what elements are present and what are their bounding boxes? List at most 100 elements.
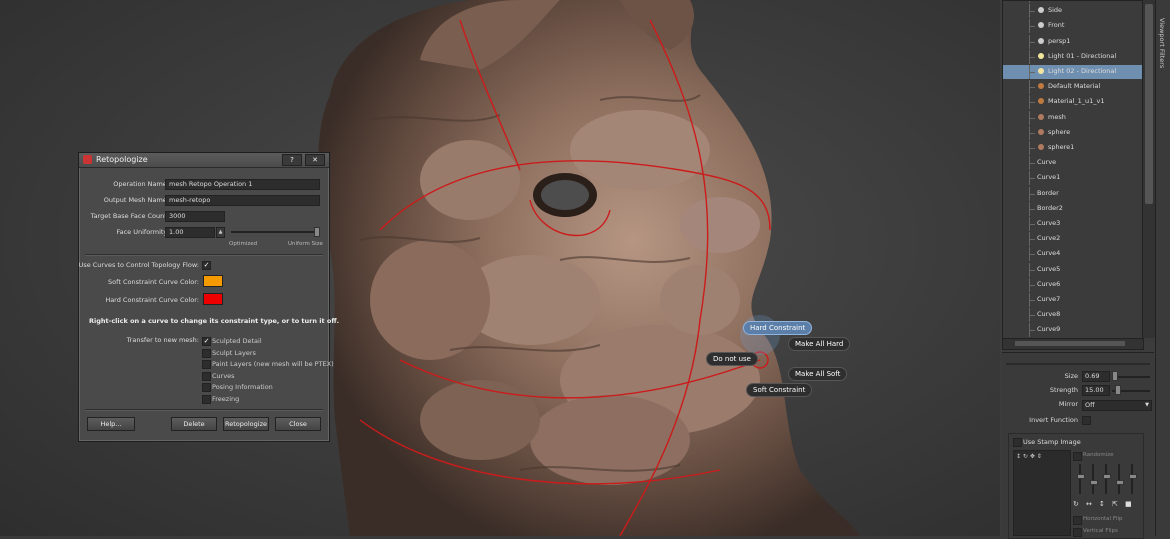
outliner-item-label: Border	[1037, 188, 1059, 197]
stamp-tool-icon[interactable]: ↔	[1086, 500, 1092, 508]
outliner-item[interactable]: sphere1	[1003, 141, 1143, 155]
tree-line	[1029, 72, 1035, 73]
tree-line	[1029, 1, 1030, 3]
horizontal-flip-checkbox[interactable]	[1073, 516, 1082, 525]
outliner-item[interactable]: Default Material	[1003, 80, 1143, 95]
use-stamp-checkbox[interactable]	[1013, 438, 1022, 447]
hard-color-swatch[interactable]	[203, 293, 223, 305]
outliner-item[interactable]: Curve3	[1003, 217, 1143, 231]
horizontal-flip-label: Horizontal Flip	[1083, 516, 1123, 522]
outliner-item[interactable]: mesh	[1003, 110, 1143, 125]
outliner-item[interactable]: Curve	[1003, 156, 1143, 171]
outliner-item[interactable]: persp1	[1003, 34, 1143, 49]
help-title-button[interactable]: ?	[282, 154, 302, 166]
outliner-item[interactable]: Border	[1003, 186, 1143, 201]
constraint-hint: Right-click on a curve to change its con…	[89, 317, 340, 325]
hard-constraint-item[interactable]: Hard Constraint	[743, 321, 813, 335]
target-face-input[interactable]: 3000	[165, 211, 225, 222]
randomize-checkbox[interactable]	[1073, 452, 1082, 461]
operation-name-row: Operation Name: mesh Retopo Operation 1	[79, 179, 329, 190]
stamp-preview[interactable]: ↕ ↻ ✥ ⇕	[1013, 450, 1071, 536]
transfer-option-checkbox[interactable]	[202, 360, 211, 369]
outliner-item[interactable]: Curve6	[1003, 277, 1143, 292]
tree-line	[1029, 132, 1035, 134]
transfer-option-checkbox[interactable]	[202, 348, 211, 358]
close-button[interactable]: Close	[275, 417, 321, 431]
size-input[interactable]: 0.69	[1082, 371, 1110, 382]
operation-name-input[interactable]: mesh Retopo Operation 1	[165, 179, 320, 190]
output-mesh-input[interactable]: mesh-retopo	[165, 195, 320, 206]
strength-slider-handle[interactable]	[1115, 385, 1121, 395]
help-button[interactable]: Help...	[87, 417, 135, 431]
outliner-item[interactable]: Curve8	[1003, 308, 1143, 323]
dialog-titlebar[interactable]: Retopologize ? ✕	[79, 153, 329, 168]
use-curves-checkbox[interactable]: ✓	[202, 261, 211, 270]
hscrollbar-thumb[interactable]	[1015, 341, 1125, 346]
invert-label: Invert Function	[1029, 416, 1078, 424]
outliner-item-label: Curve7	[1037, 295, 1061, 303]
transfer-option-checkbox[interactable]	[202, 383, 211, 392]
outliner-item[interactable]: Curve5	[1003, 262, 1143, 277]
outliner-item[interactable]: Light 02 - Directional	[1003, 65, 1143, 79]
tree-line	[1029, 11, 1035, 13]
tree-line	[1029, 102, 1035, 104]
mirror-dropdown[interactable]: Off ▼	[1082, 400, 1152, 411]
soft-constraint-item[interactable]: Soft Constraint	[746, 383, 813, 397]
viewport-filters-tab[interactable]: Viewport Filters	[1155, 0, 1170, 536]
stamp-slider[interactable]	[1092, 464, 1094, 494]
chevron-down-icon: ▼	[1145, 402, 1149, 408]
close-icon[interactable]: ✕	[305, 154, 325, 166]
outliner-item[interactable]: Border2	[1003, 201, 1143, 216]
stamp-tool-icon[interactable]: ⇱	[1112, 500, 1118, 508]
output-mesh-row: Output Mesh Name: mesh-retopo	[79, 195, 329, 206]
stamp-slider[interactable]	[1131, 464, 1133, 494]
face-uniformity-input[interactable]: 1.00	[165, 227, 215, 238]
outliner-item[interactable]: Curve2	[1003, 232, 1143, 247]
outliner-item[interactable]: Top	[1003, 1, 1143, 3]
outliner-item[interactable]: Curve4	[1003, 247, 1143, 262]
face-uniformity-label: Face Uniformity:	[116, 228, 169, 236]
soft-color-swatch[interactable]	[203, 275, 223, 287]
scrollbar-thumb[interactable]	[1145, 4, 1153, 204]
stamp-slider[interactable]	[1079, 464, 1081, 494]
stamp-slider-handle[interactable]	[1116, 480, 1124, 485]
outliner-item[interactable]: sphere	[1003, 125, 1143, 140]
stamp-slider-handle[interactable]	[1129, 474, 1137, 479]
transfer-option-checkbox[interactable]: ✓	[202, 337, 211, 346]
outliner-hscrollbar[interactable]	[1002, 338, 1144, 350]
stamp-tool-icon[interactable]: ↻	[1073, 500, 1079, 508]
outliner-item[interactable]: Front	[1003, 19, 1143, 34]
transfer-option-checkbox[interactable]	[202, 394, 211, 404]
transfer-option-checkbox[interactable]	[202, 371, 211, 381]
outliner-item[interactable]: Side	[1003, 4, 1143, 19]
outliner-item[interactable]: Curve1	[1003, 171, 1143, 186]
size-slider-handle[interactable]	[1112, 371, 1118, 381]
outliner-item[interactable]: Curve7	[1003, 293, 1143, 307]
invert-checkbox[interactable]	[1082, 416, 1091, 425]
divider	[85, 254, 323, 256]
outliner-tree[interactable]: Top Side Front persp1 Light 01 - Directional…	[1002, 0, 1144, 340]
uniformity-slider-handle[interactable]	[314, 227, 320, 237]
retopologize-button[interactable]: Retopologize	[223, 417, 269, 431]
make-all-soft-item[interactable]: Make All Soft	[788, 367, 848, 381]
stamp-slider-handle[interactable]	[1090, 480, 1098, 485]
output-mesh-label: Output Mesh Name:	[103, 196, 169, 204]
uniformity-spinner[interactable]: ▲	[216, 227, 225, 238]
outliner-item[interactable]: Light 01 - Directional	[1003, 49, 1143, 64]
uniformity-slider[interactable]	[231, 231, 319, 233]
do-not-use-item[interactable]: Do not use	[706, 352, 758, 366]
camera-icon	[1038, 22, 1044, 29]
strength-input[interactable]: 15.00	[1082, 385, 1110, 396]
stamp-slider[interactable]	[1118, 464, 1120, 494]
stamp-tool-icon[interactable]: ■	[1125, 500, 1132, 508]
outliner-item[interactable]: Curve9	[1003, 323, 1143, 338]
stamp-slider-handle[interactable]	[1077, 474, 1085, 479]
delete-button[interactable]: Delete	[171, 417, 217, 431]
stamp-tool-icon[interactable]: ↕	[1099, 500, 1105, 508]
outliner-item[interactable]: Material_1_u1_v1	[1003, 95, 1143, 110]
stamp-slider[interactable]	[1105, 464, 1107, 494]
outliner-scrollbar[interactable]	[1142, 0, 1155, 338]
make-all-hard-item[interactable]: Make All Hard	[788, 337, 851, 351]
stamp-slider-handle[interactable]	[1103, 474, 1111, 479]
stamp-tools-icon[interactable]: ↕ ↻ ✥ ⇕	[1016, 453, 1042, 460]
